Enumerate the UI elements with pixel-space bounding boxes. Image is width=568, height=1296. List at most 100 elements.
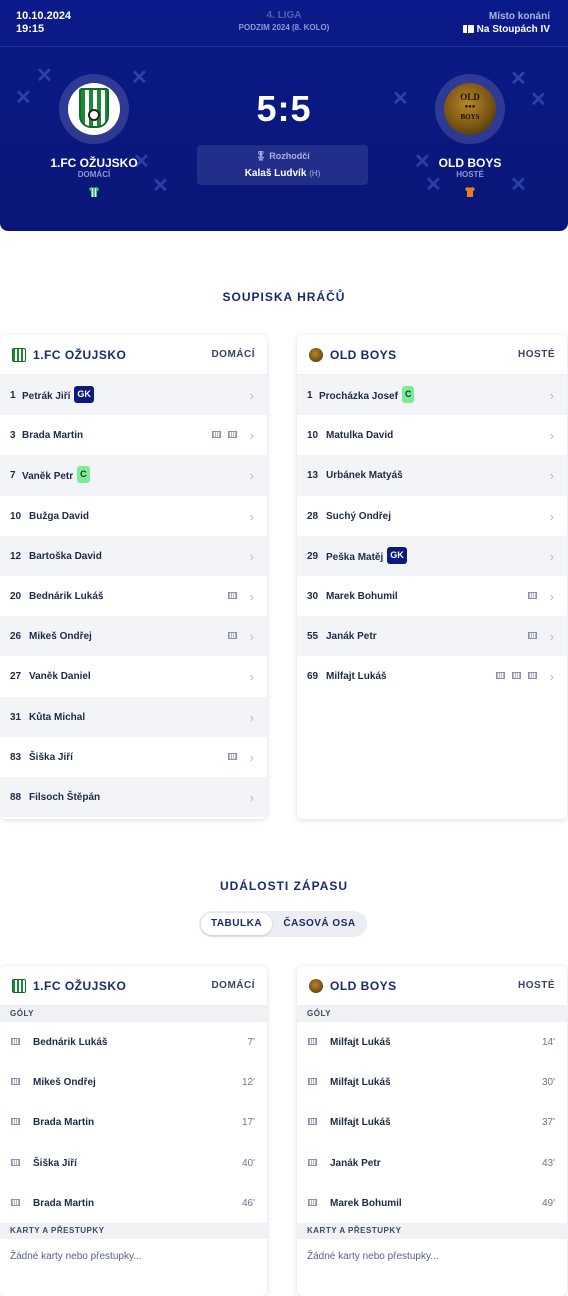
player-name: Mikeš Ondřej [29, 631, 92, 643]
venue-name: Na Stoupách IV [476, 24, 550, 35]
home-goals-label: GÓLY [0, 1006, 267, 1022]
scorer-name: Milfajt Lukáš [330, 1077, 391, 1089]
player-name: Šiška Jiří [29, 751, 73, 763]
goal-minute: 12' [241, 1077, 255, 1089]
events-title: UDÁLOSTI ZÁPASU [219, 879, 349, 893]
away-cards-label: KARTY A PŘESTUPKY [297, 1222, 567, 1239]
away-roster-role: HOSTÉ [518, 349, 555, 360]
referee-name: Kalaš Ludvík [244, 168, 307, 179]
player-row[interactable]: 30 Marek Bohumil › [297, 576, 567, 616]
away-team-name[interactable]: OLD BOYS [400, 156, 540, 170]
player-number: 28 [307, 510, 319, 522]
chevron-right-icon: › [249, 548, 254, 564]
league-name[interactable]: 4. LIGA [0, 10, 568, 21]
goal-minute: 40' [241, 1157, 255, 1169]
player-row[interactable]: 3 Brada Martin › [0, 415, 267, 455]
player-row[interactable]: 7 Vaněk Petr C › [0, 455, 267, 496]
goal-minute: 49' [541, 1197, 555, 1209]
player-row[interactable]: 29 Peška Matěj GK › [297, 535, 567, 576]
player-number: 26 [10, 631, 22, 643]
goal-icon [11, 1078, 20, 1086]
tab-timeline[interactable]: ČASOVÁ OSA [276, 913, 363, 935]
scorer-name: Marek Bohumil [330, 1197, 402, 1209]
referee-box[interactable]: 🎖︎ Rozhodčí Kalaš Ludvík (H) [197, 145, 368, 185]
goal-event-row[interactable]: Janák Petr 43' [297, 1143, 567, 1183]
goal-icon [228, 632, 237, 640]
player-number: 1 [10, 390, 16, 401]
events-view-tabs: TABULKA ČASOVÁ OSA [199, 911, 367, 937]
chevron-right-icon: › [249, 588, 254, 604]
away-roster-card: OLD BOYS HOSTÉ 1 Procházka Josef C › 10 Matul… [297, 335, 567, 819]
player-name: Milfajt Lukáš [326, 671, 387, 683]
goal-icon [308, 1038, 317, 1045]
player-row[interactable]: 13 Urbánek Matyáš › [297, 455, 567, 496]
away-roster-list: 1 Procházka Josef C › 10 Matulka David › 13 Urbá… [297, 375, 567, 697]
player-row[interactable]: 10 Bužga David › [0, 496, 267, 536]
goal-event-row[interactable]: Šiška Jiří 40' [0, 1143, 267, 1183]
goal-icon [11, 1038, 20, 1045]
scorer-name: Mikeš Ondřej [33, 1077, 96, 1089]
player-name: Matulka David [326, 430, 394, 442]
goal-event-row[interactable]: Mikeš Ondřej 12' [0, 1062, 267, 1102]
home-roster-card: 1.FC OŽUJSKO DOMÁCÍ 1 Petrák Jiří GK › 3 Brad… [0, 335, 267, 819]
player-number: 31 [10, 711, 22, 723]
goalkeeper-badge: GK [74, 386, 94, 403]
chevron-right-icon: › [549, 468, 554, 484]
chevron-right-icon: › [549, 669, 554, 685]
goal-event-row[interactable]: Milfajt Lukáš 30' [297, 1062, 567, 1102]
away-jersey-icon [464, 186, 476, 198]
home-roster-list: 1 Petrák Jiří GK › 3 Brada Martin › 7 Vaněk Petr… [0, 375, 267, 818]
scorer-name: Brada Martin [33, 1197, 95, 1209]
goal-event-row[interactable]: Brada Martin 46' [0, 1183, 267, 1223]
chevron-right-icon: › [249, 428, 254, 444]
goal-event-row[interactable]: Marek Bohumil 49' [297, 1183, 567, 1223]
goal-event-row[interactable]: Bednárik Lukáš 7' [0, 1022, 267, 1062]
player-name: Filsoch Štěpán [29, 791, 101, 803]
player-name: Suchý Ondřej [326, 510, 392, 522]
home-team-role: DOMÁCÍ [77, 170, 111, 179]
home-cards-label: KARTY A PŘESTUPKY [0, 1222, 267, 1239]
goal-event-row[interactable]: Milfajt Lukáš 37' [297, 1102, 567, 1142]
goal-minute: 30' [541, 1077, 555, 1089]
goal-minute: 46' [241, 1197, 255, 1209]
player-number: 10 [307, 430, 319, 442]
player-row[interactable]: 69 Milfajt Lukáš › [297, 656, 567, 696]
venue[interactable]: Na Stoupách IV [462, 24, 550, 35]
goal-event-row[interactable]: Brada Martin 17' [0, 1102, 267, 1142]
player-row[interactable]: 1 Petrák Jiří GK › [0, 375, 267, 416]
goal-event-row[interactable]: Milfajt Lukáš 14' [297, 1022, 567, 1062]
player-row[interactable]: 20 Bednárik Lukáš › [0, 576, 267, 616]
player-row[interactable]: 55 Janák Petr › [297, 616, 567, 657]
tab-table[interactable]: TABULKA [201, 913, 272, 935]
home-roster-header: 1.FC OŽUJSKO DOMÁCÍ [0, 335, 267, 375]
goal-icon [11, 1158, 20, 1166]
home-events-role: DOMÁCÍ [211, 980, 255, 991]
player-row[interactable]: 26 Mikeš Ondřej › [0, 616, 267, 657]
player-row[interactable]: 12 Bartoška David › [0, 535, 267, 576]
player-row[interactable]: 83 Šiška Jiří › [0, 737, 267, 777]
goal-icon [11, 1198, 20, 1206]
player-row[interactable]: 28 Suchý Ondřej › [297, 496, 567, 536]
chevron-right-icon: › [249, 789, 254, 805]
captain-badge: C [77, 466, 90, 484]
player-row[interactable]: 31 Kůta Michal › [0, 696, 267, 737]
chevron-right-icon: › [549, 588, 554, 604]
scorer-name: Milfajt Lukáš [330, 1037, 391, 1048]
chevron-right-icon: › [249, 468, 254, 484]
chevron-right-icon: › [549, 388, 554, 403]
scorer-name: Šiška Jiří [33, 1157, 77, 1169]
away-events-header: OLD BOYS HOSTÉ [297, 966, 567, 1006]
goal-minute: 37' [541, 1117, 555, 1129]
player-row[interactable]: 88 Filsoch Štěpán › [0, 776, 267, 818]
goal-icon [308, 1078, 317, 1086]
home-team-mini-logo [12, 348, 26, 362]
scorer-name: Brada Martin [33, 1117, 95, 1129]
chevron-right-icon: › [249, 749, 254, 765]
player-number: 7 [10, 470, 16, 482]
player-row[interactable]: 27 Vaněk Daniel › [0, 656, 267, 696]
home-team-name[interactable]: 1.FC OŽUJSKO [24, 156, 164, 170]
player-number: 69 [307, 671, 319, 683]
away-team-role: HOSTÉ [456, 170, 484, 179]
player-row[interactable]: 10 Matulka David › [297, 415, 567, 455]
player-row[interactable]: 1 Procházka Josef C › [297, 375, 567, 416]
